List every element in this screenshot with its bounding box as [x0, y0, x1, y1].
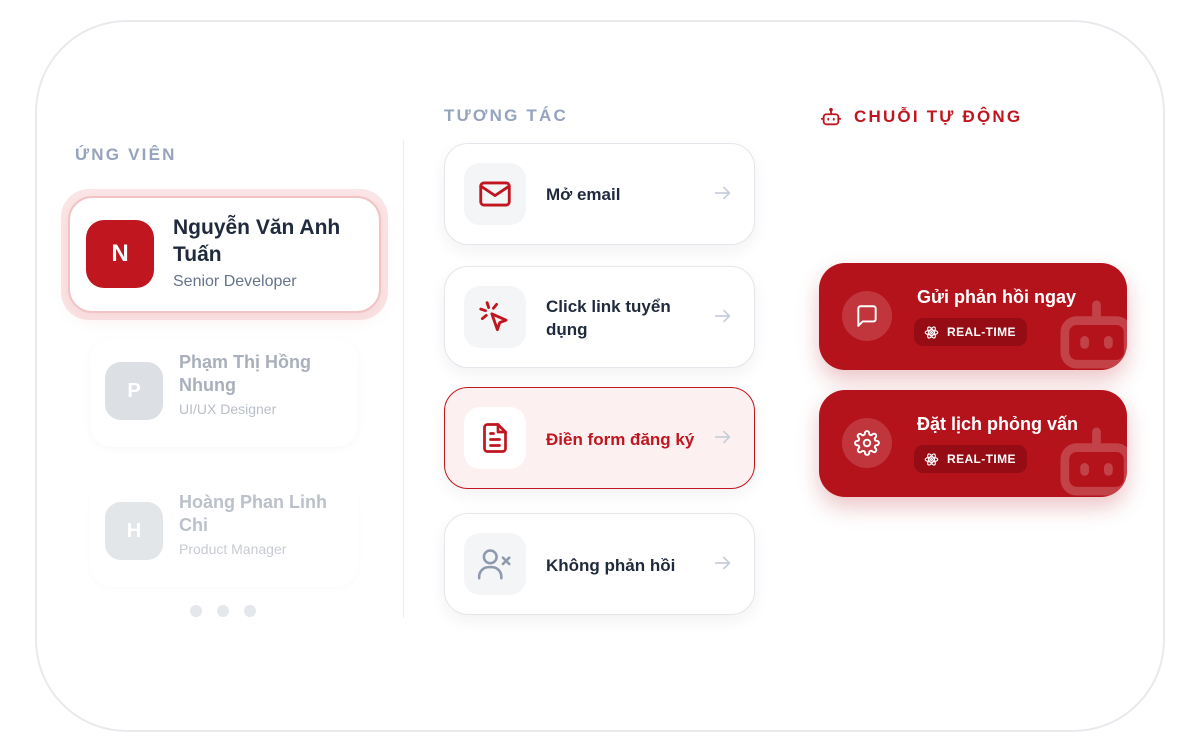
candidate-name: Phạm Thị Hồng Nhung: [179, 352, 311, 395]
message-icon: [857, 305, 877, 327]
action-label: Mở email: [546, 185, 621, 204]
candidate-role: UI/UX Designer: [179, 401, 277, 417]
action-label: Click link tuyển dụng: [546, 297, 671, 339]
avatar: N: [86, 220, 154, 288]
candidate-role: Senior Developer: [173, 273, 297, 290]
mail-icon: [479, 181, 511, 207]
arrow-right-icon: [714, 186, 731, 200]
candidates-title: ỨNG VIÊN: [75, 145, 177, 164]
candidate-card[interactable]: P Phạm Thị Hồng Nhung UI/UX Designer: [90, 339, 358, 447]
automation-icon-circle: [842, 418, 892, 468]
pagination-dot[interactable]: [244, 605, 256, 617]
candidate-role: Product Manager: [179, 541, 287, 557]
arrow-right-icon: [714, 309, 731, 323]
automation-icon-circle: [842, 291, 892, 341]
robot-icon: [820, 107, 842, 126]
action-icon-box: [464, 163, 526, 225]
document-icon: [483, 423, 507, 453]
action-click-link[interactable]: Click link tuyển dụng: [444, 266, 755, 368]
candidate-name: Hoàng Phan Linh Chi: [179, 492, 327, 535]
pagination-dot[interactable]: [217, 605, 229, 617]
arrow-right-icon: [714, 430, 731, 444]
action-icon-box: [464, 533, 526, 595]
action-no-response[interactable]: Không phản hồi: [444, 513, 755, 615]
automation-send-reply[interactable]: Gửi phản hồi ngay REAL-TIME: [819, 263, 1127, 370]
badge-label: REAL-TIME: [947, 452, 1016, 466]
badge-label: REAL-TIME: [947, 325, 1016, 339]
action-label: Điền form đăng ký: [546, 430, 695, 449]
realtime-badge: REAL-TIME: [914, 445, 1027, 473]
automation-title: Gửi phản hồi ngay: [917, 287, 1077, 307]
automation-title-text: CHUỖI TỰ ĐỘNG: [854, 107, 1023, 126]
pagination-dots: [190, 605, 256, 617]
user-x-icon: [477, 549, 511, 580]
action-open-email[interactable]: Mở email: [444, 143, 755, 245]
arrow-right-icon: [714, 556, 731, 570]
cursor-click-icon: [479, 301, 508, 332]
automation-title: Đặt lịch phỏng vấn: [917, 414, 1079, 434]
candidate-name: Nguyễn Văn Anh Tuấn: [173, 216, 341, 266]
interactions-title: TƯƠNG TÁC: [444, 106, 568, 125]
pagination-dot[interactable]: [190, 605, 202, 617]
action-label: Không phản hồi: [546, 556, 676, 575]
avatar: H: [105, 502, 163, 560]
atom-icon: [924, 325, 939, 339]
action-fill-form[interactable]: Điền form đăng ký: [444, 387, 755, 489]
candidate-card[interactable]: H Hoàng Phan Linh Chi Product Manager: [90, 479, 358, 587]
avatar: P: [105, 362, 163, 420]
column-divider: [403, 140, 404, 618]
realtime-badge: REAL-TIME: [914, 318, 1027, 346]
action-icon-box: [464, 407, 526, 469]
gear-icon: [854, 430, 880, 456]
atom-icon: [924, 452, 939, 466]
automation-title: CHUỖI TỰ ĐỘNG: [820, 106, 1022, 128]
automation-schedule-interview[interactable]: Đặt lịch phỏng vấn REAL-TIME: [819, 390, 1127, 497]
action-icon-box: [464, 286, 526, 348]
candidate-card-active[interactable]: N Nguyễn Văn Anh Tuấn Senior Developer: [68, 196, 381, 313]
